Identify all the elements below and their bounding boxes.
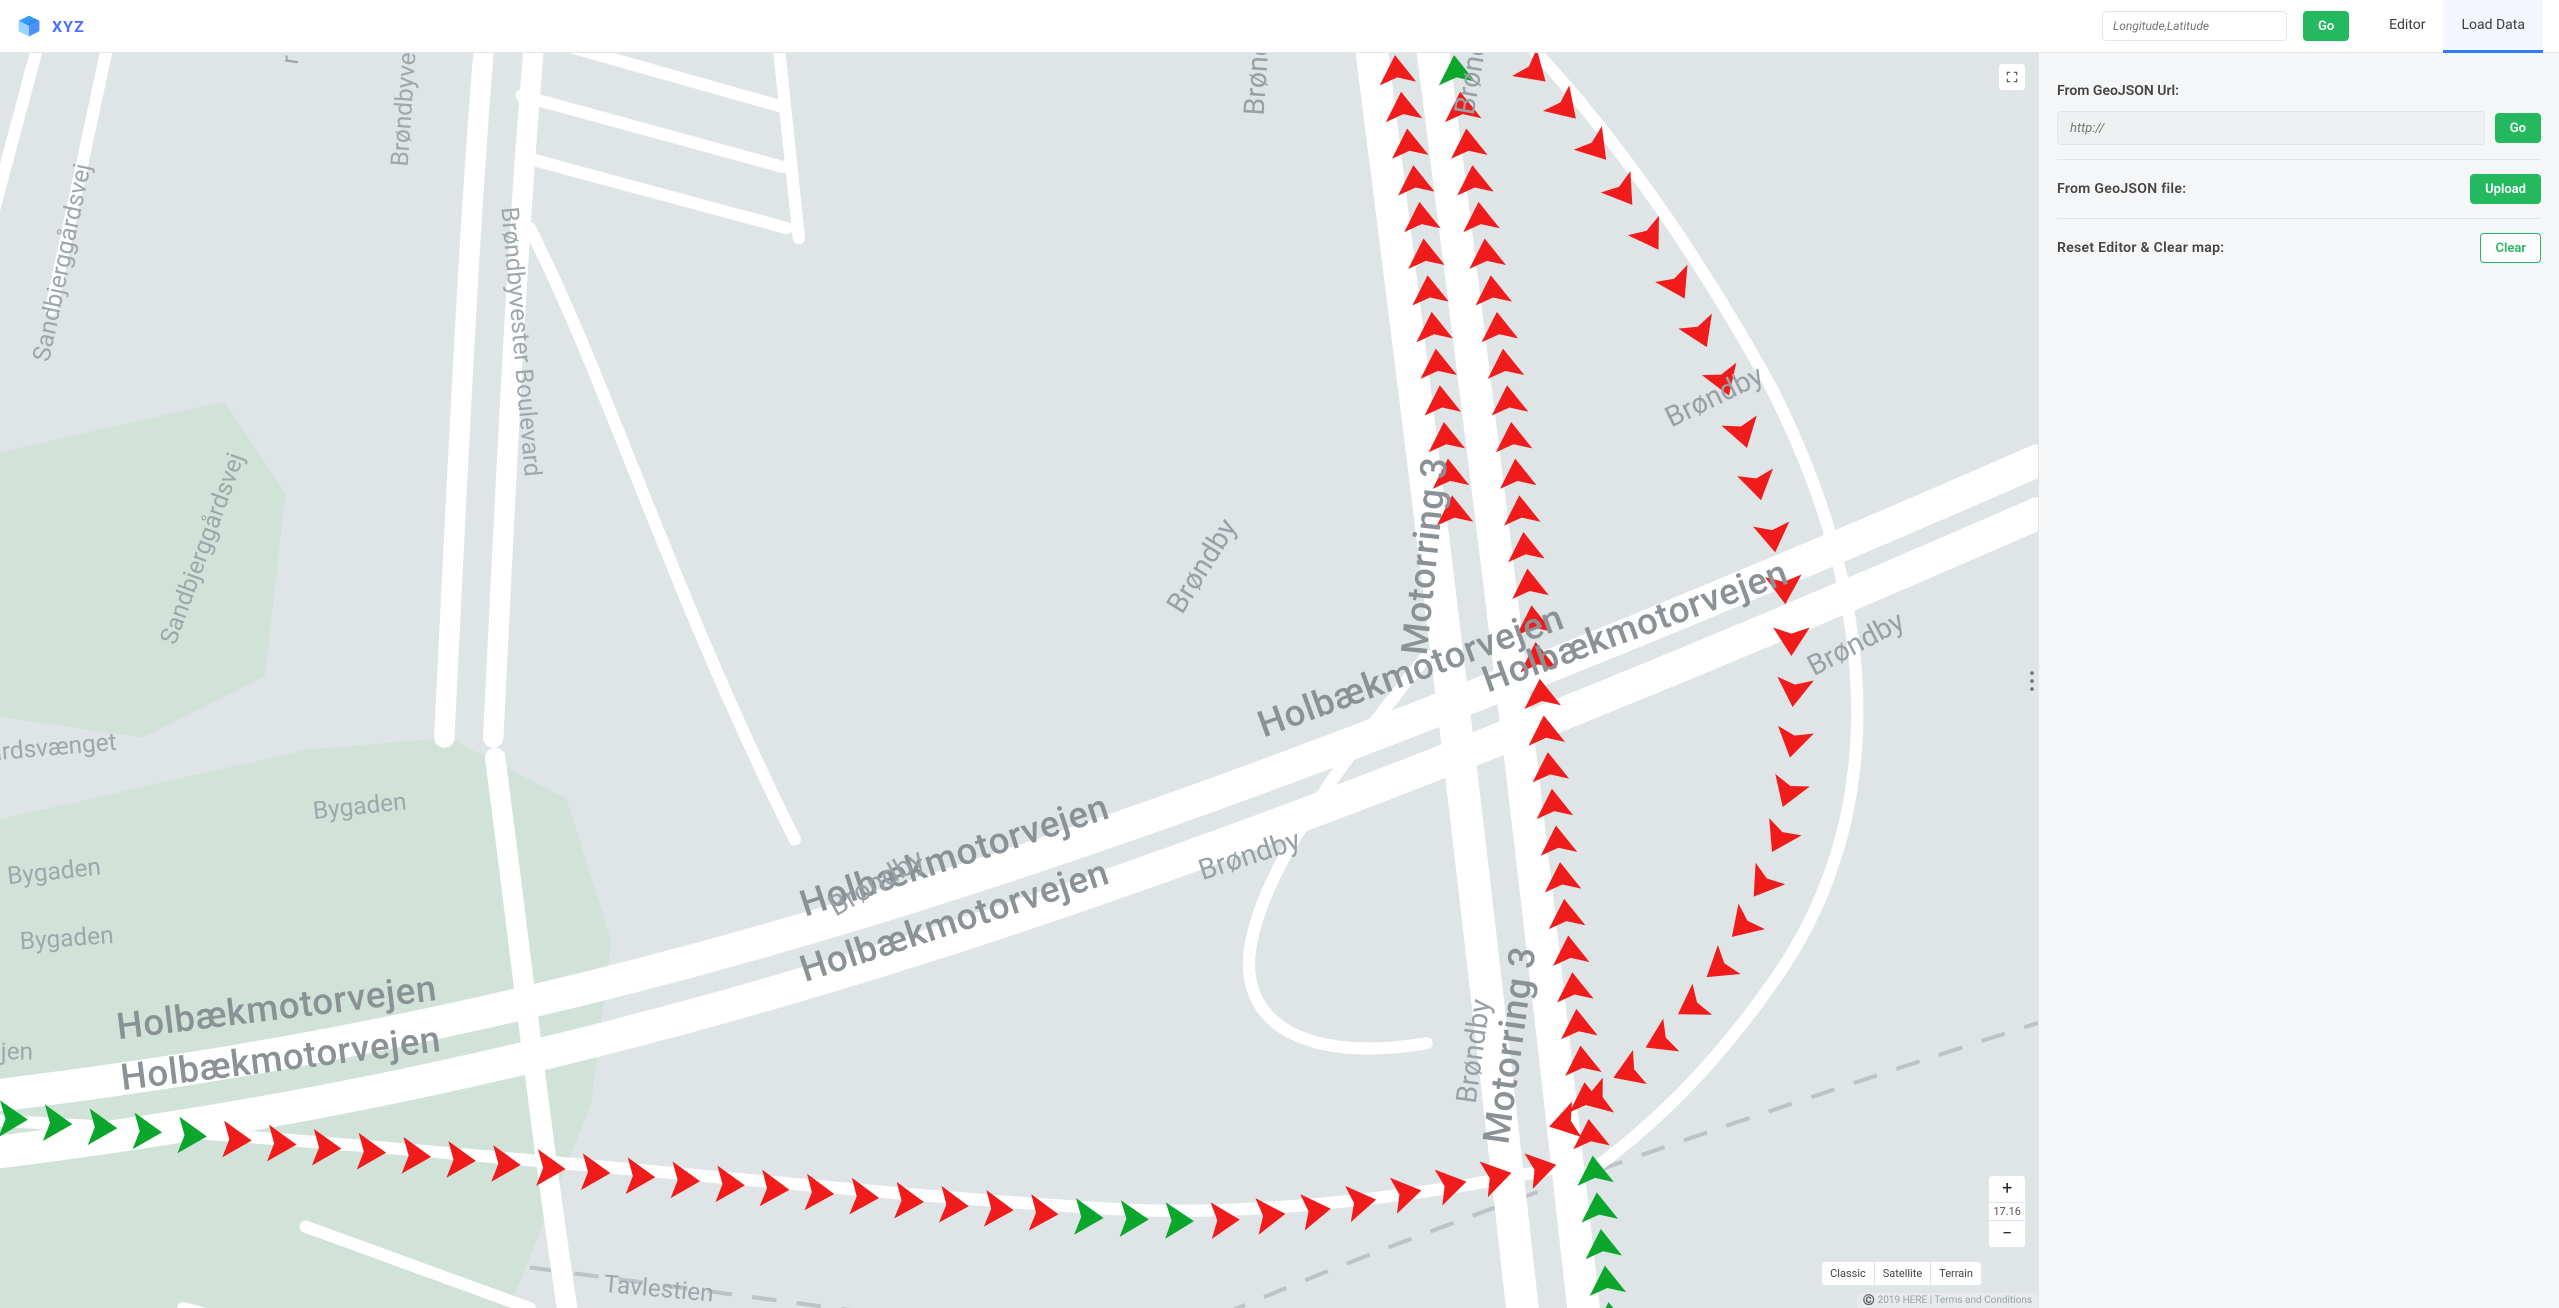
label-ejen: ejen <box>0 1037 33 1066</box>
drawer-handle[interactable] <box>2024 663 2039 699</box>
map-type-terrain[interactable]: Terrain <box>1930 1262 1981 1285</box>
brand-logo-icon <box>16 13 42 39</box>
more-vertical-icon <box>2024 663 2039 699</box>
upload-button[interactable]: Upload <box>2470 174 2541 204</box>
tab-editor[interactable]: Editor <box>2371 0 2443 53</box>
geojson-url-go-button[interactable]: Go <box>2495 113 2541 143</box>
tab-load-data[interactable]: Load Data <box>2443 0 2543 53</box>
fullscreen-button[interactable] <box>1998 63 2026 91</box>
zoom-in-button[interactable]: + <box>1993 1176 2021 1202</box>
map-type-satellite[interactable]: Satellite <box>1874 1262 1930 1285</box>
lonlat-input[interactable] <box>2102 11 2287 41</box>
zoom-controls: + 17.16 − <box>1988 1175 2026 1248</box>
zoom-level-value: 17.16 <box>1989 1202 2025 1221</box>
brand-name: XYZ <box>52 17 85 36</box>
geojson-url-title: From GeoJSON Url: <box>2057 83 2541 99</box>
map-type-classic[interactable]: Classic <box>1822 1262 1874 1285</box>
fullscreen-icon <box>2005 70 2019 84</box>
geojson-file-title: From GeoJSON file: <box>2057 181 2186 197</box>
reset-title: Reset Editor & Clear map: <box>2057 240 2224 256</box>
lonlat-go-button[interactable]: Go <box>2303 11 2349 41</box>
map-attribution: ©️ 2019 HERE | Terms and Conditions <box>1857 1293 2038 1308</box>
side-panel-load-data: From GeoJSON Url: Go From GeoJSON file: … <box>2039 53 2559 1308</box>
zoom-out-button[interactable]: − <box>1993 1221 2021 1247</box>
geojson-url-input[interactable] <box>2057 111 2485 145</box>
clear-button[interactable]: Clear <box>2480 233 2541 263</box>
map-type-switch: Classic Satellite Terrain <box>1821 1261 1982 1286</box>
map-canvas[interactable]: Holbækmotorvejen Holbækmotorvejen Holbæk… <box>0 53 2039 1308</box>
